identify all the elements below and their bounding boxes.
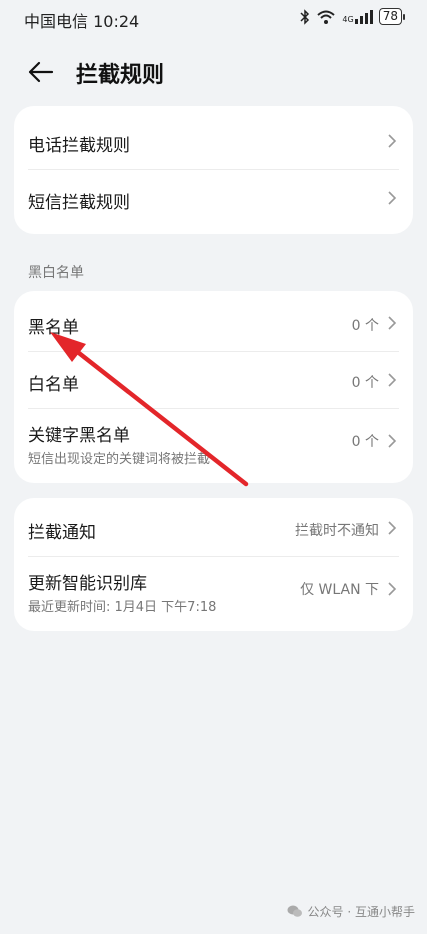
- wechat-icon: [287, 905, 302, 917]
- sms-rules-label: 短信拦截规则: [28, 193, 130, 213]
- call-rules-label: 电话拦截规则: [28, 136, 130, 156]
- status-bar: 中国电信 10:24 4G 78: [0, 0, 427, 36]
- whitelist-label: 白名单: [28, 375, 79, 395]
- chevron-right-icon: [388, 316, 397, 330]
- bluetooth-icon: [300, 8, 310, 25]
- rules-card: 电话拦截规则 短信拦截规则: [14, 106, 413, 234]
- carrier-time: 中国电信 10:24: [24, 12, 140, 31]
- keyword-blacklist-label: 关键字黑名单: [28, 426, 130, 446]
- battery-level: 78: [378, 8, 402, 25]
- signal-icon: 4G: [342, 9, 373, 24]
- keyword-blacklist-item[interactable]: 关键字黑名单 短信出现设定的关键词将被拦截 0 个: [14, 409, 413, 473]
- chevron-right-icon: [388, 191, 397, 205]
- blacklist-count: 0 个: [351, 318, 379, 334]
- whitelist-item[interactable]: 白名单 0 个: [14, 352, 413, 409]
- chevron-right-icon: [388, 134, 397, 148]
- blacklist-label: 黑名单: [28, 318, 79, 338]
- page-title: 拦截规则: [76, 63, 165, 88]
- watermark-text: 公众号 · 互通小帮手: [307, 905, 415, 919]
- settings-card: 拦截通知 拦截时不通知 更新智能识别库 最近更新时间: 1月4日 下午7:18 …: [14, 498, 413, 631]
- call-rules-item[interactable]: 电话拦截规则: [14, 113, 413, 170]
- keyword-blacklist-description: 短信出现设定的关键词将被拦截: [28, 452, 211, 467]
- chevron-right-icon: [388, 373, 397, 387]
- network-type: 4G: [342, 14, 354, 24]
- status-icons: 4G 78: [300, 8, 405, 25]
- wifi-icon: [317, 10, 336, 24]
- lists-card: 黑名单 0 个 白名单 0 个 关键字黑名单 短信出现设定的关键词将被拦截 0 …: [14, 291, 413, 483]
- update-library-item[interactable]: 更新智能识别库 最近更新时间: 1月4日 下午7:18 仅 WLAN 下: [14, 557, 413, 621]
- update-library-value: 仅 WLAN 下: [300, 582, 379, 598]
- keyword-blacklist-count: 0 个: [351, 434, 379, 450]
- blacklist-item[interactable]: 黑名单 0 个: [14, 295, 413, 352]
- section-label-blackwhite: 黑白名单: [28, 265, 84, 281]
- back-arrow-icon[interactable]: [28, 60, 54, 84]
- whitelist-count: 0 个: [351, 375, 379, 391]
- page-header: 拦截规则: [0, 50, 427, 96]
- battery-icon: 78: [378, 8, 405, 25]
- chevron-right-icon: [388, 434, 397, 448]
- update-library-time: 最近更新时间: 1月4日 下午7:18: [28, 600, 217, 615]
- watermark: 公众号 · 互通小帮手: [287, 903, 415, 920]
- update-library-label: 更新智能识别库: [28, 574, 147, 594]
- chevron-right-icon: [388, 521, 397, 535]
- block-notification-label: 拦截通知: [28, 523, 96, 543]
- chevron-right-icon: [388, 582, 397, 596]
- sms-rules-item[interactable]: 短信拦截规则: [14, 170, 413, 227]
- block-notification-value: 拦截时不通知: [295, 523, 379, 539]
- block-notification-item[interactable]: 拦截通知 拦截时不通知: [14, 500, 413, 557]
